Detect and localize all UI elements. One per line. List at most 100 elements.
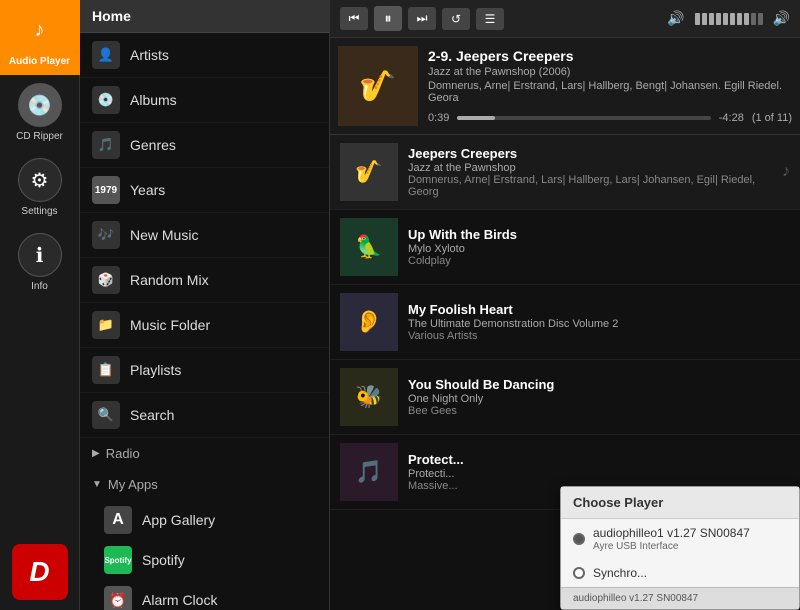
sidebar-item-cd-ripper[interactable]: 💿 CD Ripper <box>0 75 80 150</box>
player-option-synchro[interactable]: Synchro... <box>561 559 799 587</box>
player-option-synchro-info: Synchro... <box>593 566 647 580</box>
vol-seg-7 <box>737 13 742 25</box>
player-option-synchro-label: Synchro... <box>593 566 647 580</box>
genres-icon: 🎵 <box>92 131 120 159</box>
spotify-icon: Spotify <box>104 546 132 574</box>
spotify-item[interactable]: Spotify Spotify <box>80 540 329 580</box>
nav-label-artists: Artists <box>130 47 169 63</box>
player-option-audiophilleo1[interactable]: audiophilleo1 v1.27 SN00847 Ayre USB Int… <box>561 519 799 559</box>
random-mix-icon: 🎲 <box>92 266 120 294</box>
info-icon: ℹ <box>18 233 62 277</box>
nav-label-random-mix: Random Mix <box>130 272 209 288</box>
track-info-up-with-birds: Up With the Birds Mylo Xyloto Coldplay <box>408 227 790 267</box>
my-apps-label: My Apps <box>108 477 158 492</box>
cd-ripper-icon: 💿 <box>18 83 62 127</box>
nav-item-genres[interactable]: 🎵 Genres <box>80 123 329 168</box>
track-album-protect: Protecti... <box>408 468 790 480</box>
track-item-jeepers-creepers[interactable]: 🎷 Jeepers Creepers Jazz at the Pawnshop … <box>330 135 800 210</box>
now-playing-info: 2-9. Jeepers Creepers Jazz at the Pawnsh… <box>428 48 792 124</box>
nav-item-playlists[interactable]: 📋 Playlists <box>80 348 329 393</box>
player-option-audiophilleo1-label: audiophilleo1 v1.27 SN00847 <box>593 526 750 540</box>
track-item-up-with-birds[interactable]: 🦜 Up With the Birds Mylo Xyloto Coldplay <box>330 210 800 285</box>
note-icon-jeepers-creepers: ♪ <box>782 163 790 181</box>
sidebar-item-settings[interactable]: ⚙ Settings <box>0 150 80 225</box>
vol-seg-1 <box>695 13 700 25</box>
player-option-audiophilleo1-sub: Ayre USB Interface <box>593 541 750 552</box>
nav-item-random-mix[interactable]: 🎲 Random Mix <box>80 258 329 303</box>
track-artist-jeepers-creepers: Domnerus, Arne| Erstrand, Lars| Hallberg… <box>408 174 772 198</box>
track-album-up-with-birds: Mylo Xyloto <box>408 243 790 255</box>
app-gallery-label: App Gallery <box>142 512 215 528</box>
main-panel: ⏮ ⏸ ⏭ ↺ ☰ 🔊 🔊 🎷 2-9. Jeepers Creepers Ja… <box>330 0 800 610</box>
track-item-my-foolish-heart[interactable]: 👂 My Foolish Heart The Ultimate Demonstr… <box>330 285 800 360</box>
track-info-jeepers-creepers: Jeepers Creepers Jazz at the Pawnshop Do… <box>408 146 772 198</box>
track-art-my-foolish-heart: 👂 <box>340 293 398 351</box>
track-item-you-should-be-dancing[interactable]: 🐝 You Should Be Dancing One Night Only B… <box>330 360 800 435</box>
sidebar-item-label-settings: Settings <box>21 206 57 217</box>
my-apps-section-header[interactable]: ▼ My Apps <box>80 469 329 500</box>
repeat-button[interactable]: ↺ <box>442 8 470 30</box>
radio-section-header[interactable]: ▶ Radio <box>80 438 329 469</box>
my-apps-arrow: ▼ <box>92 479 102 490</box>
nav-item-years[interactable]: 1979 Years <box>80 168 329 213</box>
audio-player-icon: ♪ <box>18 8 62 52</box>
prev-button[interactable]: ⏮ <box>340 7 368 30</box>
spotify-label: Spotify <box>142 552 185 568</box>
radio-arrow: ▶ <box>92 448 100 459</box>
nav-label-years: Years <box>130 182 165 198</box>
track-info: (1 of 11) <box>752 112 792 124</box>
sidebar-icons: ♪ Audio Player 💿 CD Ripper ⚙ Settings ℹ … <box>0 0 80 610</box>
sidebar-item-label-info: Info <box>31 281 48 292</box>
vol-seg-10 <box>758 13 763 25</box>
nav-label-genres: Genres <box>130 137 176 153</box>
app-gallery-icon: A <box>104 506 132 534</box>
track-art-you-should-be-dancing: 🐝 <box>340 368 398 426</box>
volume-icon: 🔊 <box>667 10 684 27</box>
years-icon: 1979 <box>92 176 120 204</box>
alarm-clock-icon: ⏰ <box>104 586 132 610</box>
radio-audiophilleo1 <box>573 533 585 545</box>
choose-player-title: Choose Player <box>561 487 799 519</box>
app-gallery-item[interactable]: A App Gallery <box>80 500 329 540</box>
vol-seg-9 <box>751 13 756 25</box>
track-album-jeepers-creepers: Jazz at the Pawnshop <box>408 162 772 174</box>
track-artist-up-with-birds: Coldplay <box>408 255 790 267</box>
progress-bar[interactable] <box>457 116 710 120</box>
track-art-up-with-birds: 🦜 <box>340 218 398 276</box>
now-playing-artists: Domnerus, Arne| Erstrand, Lars| Hallberg… <box>428 80 792 104</box>
choose-player-footer: audiophilleo v1.27 SN00847 <box>561 587 799 609</box>
track-info-my-foolish-heart: My Foolish Heart The Ultimate Demonstrat… <box>408 302 790 342</box>
nav-item-artists[interactable]: 👤 Artists <box>80 33 329 78</box>
footer-text: audiophilleo v1.27 SN00847 <box>573 593 698 604</box>
nav-label-albums: Albums <box>130 92 177 108</box>
player-option-audiophilleo1-info: audiophilleo1 v1.27 SN00847 Ayre USB Int… <box>593 526 750 552</box>
radio-synchro <box>573 567 585 579</box>
albums-icon: 💿 <box>92 86 120 114</box>
track-album-my-foolish-heart: The Ultimate Demonstration Disc Volume 2 <box>408 318 790 330</box>
sidebar-item-info[interactable]: ℹ Info <box>0 225 80 300</box>
artists-icon: 👤 <box>92 41 120 69</box>
nav-list: 👤 Artists 💿 Albums 🎵 Genres 1979 Years 🎶… <box>80 33 329 610</box>
pause-button[interactable]: ⏸ <box>374 6 402 31</box>
alarm-clock-item[interactable]: ⏰ Alarm Clock <box>80 580 329 610</box>
now-playing: 🎷 2-9. Jeepers Creepers Jazz at the Pawn… <box>330 38 800 135</box>
settings-icon: ⚙ <box>18 158 62 202</box>
now-playing-art: 🎷 <box>338 46 418 126</box>
track-title-up-with-birds: Up With the Birds <box>408 227 790 242</box>
d-logo: D <box>12 544 68 600</box>
nav-item-music-folder[interactable]: 📁 Music Folder <box>80 303 329 348</box>
track-art-protect: 🎵 <box>340 443 398 501</box>
time-elapsed: 0:39 <box>428 112 449 124</box>
nav-label-music-folder: Music Folder <box>130 317 210 333</box>
next-button[interactable]: ⏭ <box>408 7 436 30</box>
track-title-you-should-be-dancing: You Should Be Dancing <box>408 377 790 392</box>
sidebar-item-audio-player[interactable]: ♪ Audio Player <box>0 0 80 75</box>
vol-seg-8 <box>744 13 749 25</box>
nav-item-new-music[interactable]: 🎶 New Music <box>80 213 329 258</box>
playlists-icon: 📋 <box>92 356 120 384</box>
volume-bar[interactable] <box>695 13 763 25</box>
queue-button[interactable]: ☰ <box>476 8 504 30</box>
nav-item-search[interactable]: 🔍 Search <box>80 393 329 438</box>
nav-item-albums[interactable]: 💿 Albums <box>80 78 329 123</box>
track-title-jeepers-creepers: Jeepers Creepers <box>408 146 772 161</box>
